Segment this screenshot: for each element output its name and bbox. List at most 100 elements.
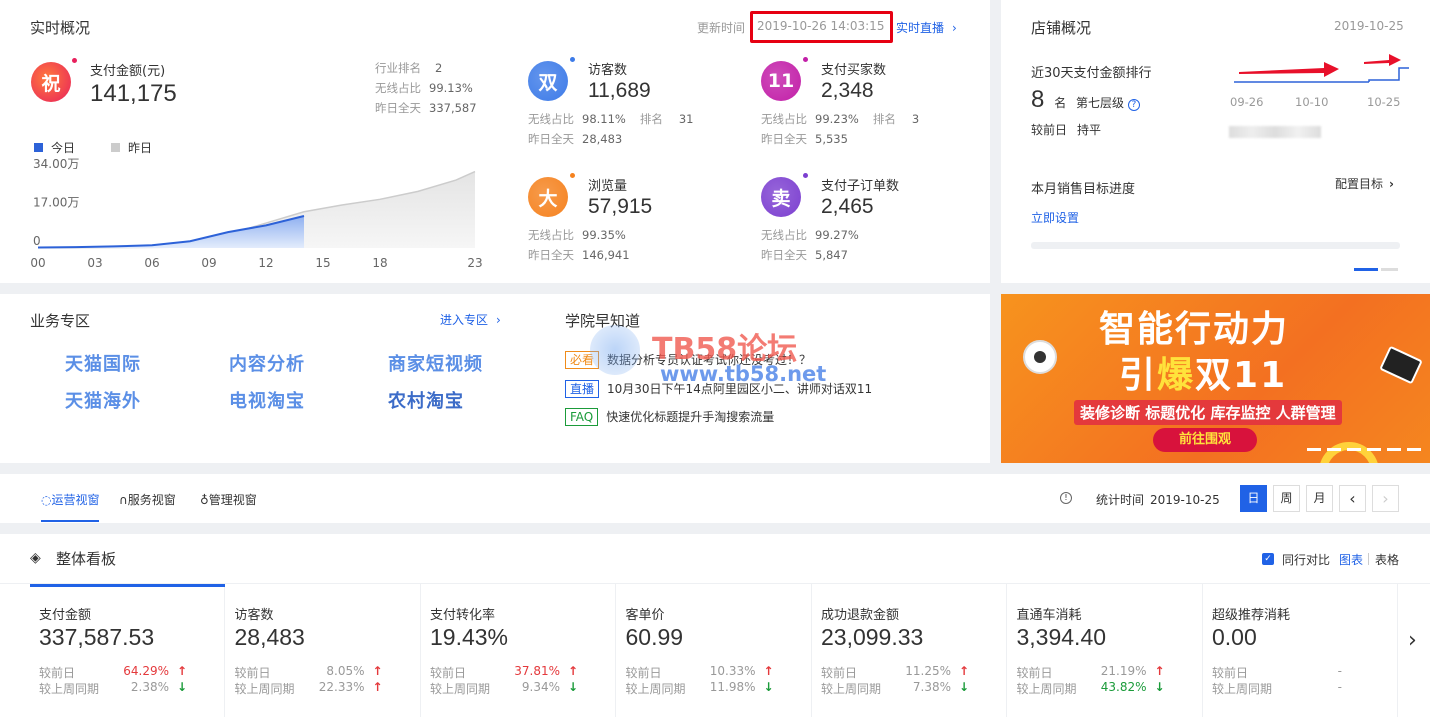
kpi-next-arrow[interactable]: › — [1408, 628, 1417, 653]
metric-value: 57,915 — [588, 195, 653, 218]
biz-link-tv-taobao[interactable]: 电视淘宝 — [229, 387, 305, 413]
metric-substats: 无线占比 99.27% 昨日全天 5,847 — [761, 228, 859, 262]
kpi-day-compare: 较前日 64.29% ↑ — [39, 664, 187, 680]
period-week-button[interactable]: 周 — [1273, 485, 1300, 512]
mini-tick-2: 10-10 — [1295, 95, 1329, 109]
metric-value: 2,348 — [821, 79, 874, 102]
chevron-right-icon: › — [496, 313, 501, 327]
chart-view-link[interactable]: 图表 — [1339, 551, 1363, 568]
y-tick-label: 17.00万 — [33, 196, 79, 210]
page-dot[interactable] — [1381, 268, 1398, 271]
chevron-right-icon: › — [1389, 177, 1394, 191]
biz-link-tmall-overseas[interactable]: 天猫海外 — [65, 387, 141, 413]
arrow-up-icon: ↑ — [372, 680, 383, 694]
metric-value: 2,465 — [821, 195, 874, 218]
kpi-card[interactable]: 成功退款金额 23,099.33 较前日 11.25% ↑ 较上周同期 7.38% ↓ — [812, 584, 1007, 717]
help-icon[interactable]: ? — [1127, 99, 1140, 111]
kpi-card[interactable]: 支付金额 337,587.53 较前日 64.29% ↑ 较上周同期 2.38% ↓ — [30, 584, 225, 717]
shop-title: 店铺概况 — [1031, 19, 1092, 37]
metric-substats: 无线占比 99.35% 昨日全天 146,941 — [528, 228, 630, 262]
kpi-card[interactable]: 支付转化率 19.43% 较前日 37.81% ↑ 较上周同期 9.34% ↓ — [421, 584, 616, 717]
tab-management[interactable]: ♁管理视窗 — [200, 491, 257, 508]
kpi-card[interactable]: 访客数 28,483 较前日 8.05% ↑ 较上周同期 22.33% ↑ — [225, 584, 421, 717]
view-divider — [1368, 553, 1369, 565]
realtime-panel: 实时概况 更新时间 2019-10-26 14:03:15 实时直播 › 祝 支付… — [0, 0, 990, 283]
tab-service[interactable]: ∩服务视窗 — [119, 491, 176, 508]
kpi-card[interactable]: 客单价 60.99 较前日 10.33% ↑ 较上周同期 11.98% ↓ — [616, 584, 812, 717]
biz-link-content-analysis[interactable]: 内容分析 — [229, 350, 305, 376]
metric-suborders: 卖 支付子订单数 2,465 无线占比 99.27% 昨日全天 5,847 — [761, 173, 981, 273]
pay-amount-value: 141,175 — [90, 80, 177, 107]
arrow-down-icon: ↓ — [567, 680, 578, 694]
kpi-day-compare: 较前日 21.19% ↑ — [1016, 664, 1165, 680]
metric-label: 支付子订单数 — [821, 179, 900, 194]
arrow-down-icon: ↓ — [176, 680, 187, 694]
kpi-card[interactable]: 直通车消耗 3,394.40 较前日 21.19% ↑ 较上周同期 43.82% ↓ — [1007, 584, 1203, 717]
kpi-week-compare: 较上周同期 11.98% ↓ — [625, 680, 774, 696]
y-tick-label: 0 — [33, 234, 41, 248]
period-day-button[interactable]: 日 — [1240, 485, 1267, 512]
mini-tick-3: 10-25 — [1367, 95, 1401, 109]
banner-line1: 智能行动力 — [1099, 309, 1290, 350]
tablet-icon — [1379, 345, 1423, 385]
sales-progress-bar — [1031, 242, 1400, 249]
biz-link-short-video[interactable]: 商家短视频 — [388, 350, 483, 376]
live-link[interactable]: 实时直播 › — [896, 19, 957, 36]
business-title: 业务专区 — [30, 312, 91, 330]
pay-amount-label: 支付金额(元) — [90, 64, 166, 79]
academy-item[interactable]: FAQ 快速优化标题提升手淘搜索流量 — [565, 408, 774, 426]
kpi-label: 直通车消耗 — [1016, 608, 1082, 623]
banner-go-button[interactable]: 前往围观 — [1153, 428, 1257, 452]
kpi-week-compare: 较上周同期 43.82% ↓ — [1016, 680, 1165, 696]
biz-link-rural-taobao[interactable]: 农村淘宝 — [388, 387, 464, 413]
table-view-link[interactable]: 表格 — [1375, 551, 1399, 568]
config-target-link[interactable]: 配置目标 › — [1335, 175, 1394, 192]
badge-dot — [570, 57, 575, 62]
x-tick-label: 00 — [30, 256, 45, 270]
legend-today[interactable]: 今日 — [34, 139, 75, 156]
camera-icon — [1023, 340, 1057, 374]
kpi-label: 支付金额 — [39, 608, 92, 623]
kpi-day-compare: 较前日 - — [1212, 664, 1342, 680]
y-tick-label: 34.00万 — [33, 157, 79, 171]
sales-target-label: 本月销售目标进度 — [1031, 182, 1136, 197]
board-title: 整体看板 — [56, 550, 117, 568]
kpi-value: 23,099.33 — [821, 624, 924, 650]
prev-period-button[interactable]: ‹ — [1339, 485, 1366, 512]
legend-yesterday[interactable]: 昨日 — [111, 139, 152, 156]
x-tick-label: 23 — [467, 256, 482, 270]
x-tick-label: 18 — [372, 256, 387, 270]
peer-compare-label[interactable]: 同行对比 — [1282, 551, 1330, 568]
arrow-down-icon: ↓ — [958, 680, 969, 694]
enter-zone-link[interactable]: 进入专区 › — [440, 311, 501, 328]
badge-dot — [803, 57, 808, 62]
tab-operations[interactable]: ◌运营视窗 — [41, 491, 100, 508]
board-header: ◈ 整体看板 ✓ 同行对比 图表 表格 — [0, 534, 1430, 584]
x-tick-label: 15 — [315, 256, 330, 270]
kpi-week-compare: 较上周同期 22.33% ↑ — [234, 680, 383, 696]
info-icon[interactable]: ! — [1060, 492, 1072, 504]
period-month-button[interactable]: 月 — [1306, 485, 1333, 512]
promo-banner[interactable]: 智能行动力 引爆双11 装修诊断 标题优化 库存监控 人群管理 前往围观 — [1001, 294, 1430, 463]
shop-compare: 较前日 持平 — [1031, 123, 1102, 137]
shop-rank-value: 8 — [1031, 86, 1045, 113]
peer-compare-checkbox[interactable]: ✓ — [1262, 553, 1274, 565]
realtime-title: 实时概况 — [30, 19, 91, 37]
metric-label: 浏览量 — [588, 179, 628, 194]
kpi-value: 60.99 — [625, 624, 684, 650]
tab-active-underline — [41, 520, 99, 522]
mini-tick-1: 09-26 — [1230, 95, 1264, 109]
kpi-day-compare: 较前日 11.25% ↑ — [821, 664, 969, 680]
kpi-value: 337,587.53 — [39, 624, 155, 650]
biz-link-tmall-global[interactable]: 天猫国际 — [65, 350, 141, 376]
metric-buyers: 11 支付买家数 2,348 无线占比 99.23% 排名 3 昨日全天 5,535 — [761, 57, 981, 157]
set-now-link[interactable]: 立即设置 — [1031, 209, 1079, 226]
kpi-card[interactable]: 超级推荐消耗 0.00 较前日 - 较上周同期 - — [1203, 584, 1398, 717]
banner-dots[interactable] — [1307, 448, 1425, 451]
page-dot-active[interactable] — [1354, 268, 1378, 271]
x-tick-label: 12 — [258, 256, 273, 270]
pay-side-stats: 行业排名 2 无线占比 99.13% 昨日全天 337,587 — [375, 61, 477, 115]
arrow-up-icon: ↑ — [763, 664, 774, 678]
kpi-value: 0.00 — [1212, 624, 1257, 650]
next-period-button[interactable]: › — [1372, 485, 1399, 512]
